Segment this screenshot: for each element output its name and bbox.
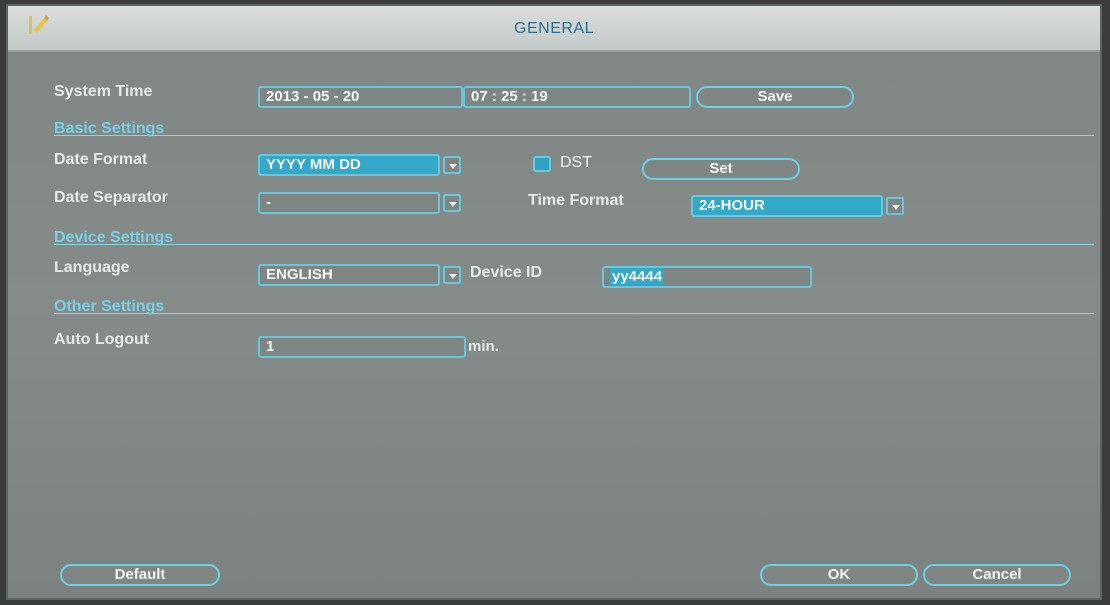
window-title: GENERAL <box>514 20 594 37</box>
device-settings-heading: Device Settings <box>54 229 174 246</box>
time-format-select[interactable]: 24-HOUR <box>691 195 883 217</box>
other-settings-section: Other Settings <box>54 292 1094 316</box>
basic-settings-heading: Basic Settings <box>54 120 165 137</box>
auto-logout-unit: min. <box>468 338 499 355</box>
dst-label: DST <box>560 154 592 171</box>
device-id-label: Device ID <box>470 264 543 281</box>
date-separator-select[interactable]: - <box>258 192 440 214</box>
dst-checkbox[interactable] <box>533 156 551 172</box>
chevron-down-icon[interactable] <box>886 197 904 215</box>
time-format-label: Time Format <box>528 192 624 209</box>
device-settings-section: Device Settings <box>54 223 1094 247</box>
chevron-down-icon[interactable] <box>443 194 461 212</box>
basic-settings-section: Basic Settings <box>54 114 1094 138</box>
dst-set-button[interactable]: Set <box>642 158 800 180</box>
cancel-button[interactable]: Cancel <box>923 564 1071 586</box>
chevron-down-icon[interactable] <box>443 266 461 284</box>
title-bar: GENERAL <box>8 6 1100 52</box>
system-time-label: System Time <box>54 83 153 100</box>
save-button[interactable]: Save <box>696 86 854 108</box>
section-divider <box>54 244 1094 245</box>
date-format-label: Date Format <box>54 151 148 168</box>
auto-logout-label: Auto Logout <box>54 331 150 348</box>
section-divider <box>54 313 1094 314</box>
system-date-field[interactable]: 2013 - 05 - 20 <box>258 86 463 108</box>
language-label: Language <box>54 259 130 276</box>
ok-button[interactable]: OK <box>760 564 918 586</box>
general-settings-window: GENERAL System Time 2013 - 05 - 20 07 : … <box>6 4 1102 600</box>
auto-logout-input[interactable]: 1 <box>258 336 466 358</box>
language-select[interactable]: ENGLISH <box>258 264 440 286</box>
other-settings-heading: Other Settings <box>54 298 165 315</box>
chevron-down-icon[interactable] <box>443 156 461 174</box>
device-id-value: yy4444 <box>610 268 665 285</box>
device-id-input[interactable]: yy4444 <box>602 266 812 288</box>
section-divider <box>54 135 1094 136</box>
system-time-field[interactable]: 07 : 25 : 19 <box>463 86 691 108</box>
date-format-select[interactable]: YYYY MM DD <box>258 154 440 176</box>
date-separator-label: Date Separator <box>54 189 168 206</box>
default-button[interactable]: Default <box>60 564 220 586</box>
